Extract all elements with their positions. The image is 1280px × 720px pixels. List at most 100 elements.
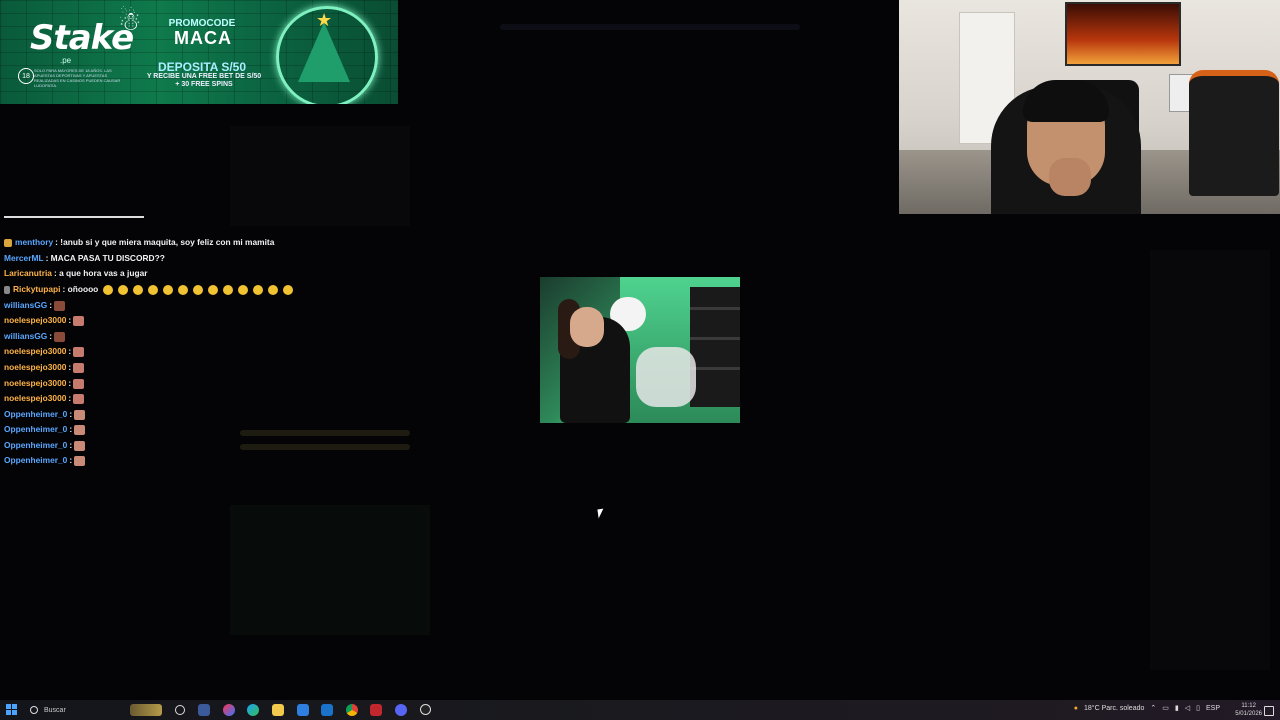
weather-text[interactable]: 18°C Parc. soleado — [1084, 705, 1144, 712]
star-icon: ★ — [316, 10, 333, 30]
chat-emote-icon — [148, 284, 159, 295]
chat-emote-icon — [178, 284, 189, 295]
chat-message-text: : — [69, 455, 73, 465]
chat-emote-icon — [133, 284, 144, 295]
system-tray: ● 18°C Parc. soleado ⌃ ▭ ▮ ◁ ▯ ESP — [1074, 704, 1220, 713]
stake-promo-banner: Stake .pe ☃ PROMOCODE MACA DEPOSITA S/50… — [0, 0, 398, 104]
chat-message: menthory: !anub si y que miera maquita, … — [4, 236, 274, 249]
chat-message: noelespejo3000: — [4, 377, 85, 390]
chat-emote-icon — [73, 378, 85, 389]
background-ghost-line — [240, 444, 410, 450]
store-icon[interactable] — [297, 704, 309, 716]
chat-message-text: : — [69, 440, 73, 450]
chat-emote-icon — [238, 284, 249, 295]
file-explorer-icon[interactable] — [272, 704, 284, 716]
age-restriction-badge: 18 — [18, 68, 34, 84]
chat-emote-icon — [73, 346, 85, 357]
chat-message-text: : a que hora vas a jugar — [53, 268, 148, 278]
chat-emote-icon — [74, 424, 86, 435]
search-icon — [30, 706, 38, 714]
chat-username[interactable]: Rickytupapi — [13, 284, 60, 294]
chat-username[interactable]: Laricanutria — [4, 268, 52, 278]
chat-message-text: : — [68, 362, 72, 372]
chat-username[interactable]: williansGG — [4, 331, 47, 341]
chat-username[interactable]: noelespejo3000 — [4, 346, 66, 356]
chat-emote-icon — [74, 409, 86, 420]
chat-emote-icon — [54, 300, 66, 311]
volume-icon[interactable]: ◁ — [1185, 704, 1190, 712]
stake-logo-sub: .pe — [60, 56, 72, 65]
chevron-up-icon[interactable]: ⌃ — [1150, 704, 1156, 712]
chat-username[interactable]: Oppenheimer_0 — [4, 424, 67, 434]
chat-emote-icon — [73, 393, 85, 404]
windows-start-icon[interactable] — [6, 704, 18, 716]
chat-emote-icon — [193, 284, 204, 295]
weather-icon[interactable]: ● — [1074, 705, 1078, 712]
chat-message: Oppenheimer_0: — [4, 423, 86, 436]
background-ghost-panel — [1150, 250, 1270, 670]
mic-icon[interactable]: ▮ — [1175, 704, 1179, 712]
mouse-cursor-icon — [597, 508, 605, 519]
chat-username[interactable]: noelespejo3000 — [4, 393, 66, 403]
chat-message: Oppenheimer_0: — [4, 408, 86, 421]
chat-username[interactable]: noelespejo3000 — [4, 362, 66, 372]
clock-time: 11:12 — [1241, 703, 1256, 709]
taskbar-clock[interactable]: 11:12 5/01/2026 — [1235, 702, 1262, 718]
outlook-icon[interactable] — [321, 704, 333, 716]
chat-message: MercerML: MACA PASA TU DISCORD?? — [4, 252, 165, 265]
chat-message-text: : oñoooo — [62, 284, 99, 294]
language-indicator[interactable]: ESP — [1206, 705, 1220, 712]
chat-username[interactable]: noelespejo3000 — [4, 315, 66, 325]
center-video-clip[interactable] — [540, 277, 740, 423]
chat-message-text: : — [69, 424, 73, 434]
promo-code: MACA — [174, 28, 232, 48]
chat-message: williansGG: — [4, 299, 66, 312]
obs-icon[interactable] — [420, 704, 431, 715]
chat-username[interactable]: menthory — [15, 237, 53, 247]
chat-message: noelespejo3000: — [4, 345, 85, 358]
notification-icon[interactable] — [1264, 706, 1274, 716]
chat-emote-icon — [163, 284, 174, 295]
discord-icon[interactable] — [395, 704, 407, 716]
chat-message: noelespejo3000: — [4, 361, 85, 374]
background-ghost-line — [240, 430, 410, 436]
battery-icon[interactable]: ▯ — [1196, 704, 1200, 712]
chat-username[interactable]: MercerML — [4, 253, 44, 263]
filmora-icon[interactable] — [370, 704, 382, 716]
chat-emote-icon — [118, 284, 129, 295]
chat-username[interactable]: Oppenheimer_0 — [4, 440, 67, 450]
chat-username[interactable]: Oppenheimer_0 — [4, 455, 67, 465]
chat-message: Laricanutria: a que hora vas a jugar — [4, 267, 148, 280]
streamer-webcam — [899, 0, 1280, 214]
edge-icon[interactable] — [247, 704, 259, 716]
webcam-fireplace-tv — [1065, 2, 1181, 66]
chrome-icon[interactable] — [346, 704, 358, 716]
chat-message: williansGG: — [4, 330, 66, 343]
chat-message-text: : MACA PASA TU DISCORD?? — [45, 253, 165, 263]
clock-date: 5/01/2026 — [1235, 711, 1262, 717]
widgets-icon[interactable] — [198, 704, 210, 716]
promo-legal-text: SOLO PARA MAYORES DE 18 AÑOS. LAS APUEST… — [34, 68, 121, 88]
chat-emote-icon — [208, 284, 219, 295]
promo-fine-print: Y RECIBE UNA FREE BET DE S/50 + 30 FREE … — [146, 73, 262, 88]
taskbar-widget-icon[interactable] — [130, 704, 162, 716]
chat-message-text: : — [68, 315, 72, 325]
chat-username[interactable]: Oppenheimer_0 — [4, 409, 67, 419]
background-ghost-panel — [230, 126, 410, 226]
chat-emote-icon — [74, 440, 86, 451]
webcam-gaming-chair — [1189, 70, 1279, 196]
chat-username[interactable]: williansGG — [4, 300, 47, 310]
chat-emote-icon — [223, 284, 234, 295]
snowman-icon: ☃ — [118, 6, 142, 36]
search-placeholder: Buscar — [44, 706, 66, 714]
chat-badge-icon — [4, 285, 10, 294]
christmas-tree-icon — [298, 22, 350, 82]
chat-message: noelespejo3000: — [4, 392, 85, 405]
network-icon[interactable]: ▭ — [1162, 704, 1169, 712]
task-view-icon[interactable] — [175, 705, 185, 715]
chat-username[interactable]: noelespejo3000 — [4, 378, 66, 388]
copilot-icon[interactable] — [223, 704, 235, 716]
webcam-streamer-hand — [1049, 158, 1091, 196]
chat-emote-icon — [74, 455, 86, 466]
chat-message-text: : — [49, 331, 53, 341]
